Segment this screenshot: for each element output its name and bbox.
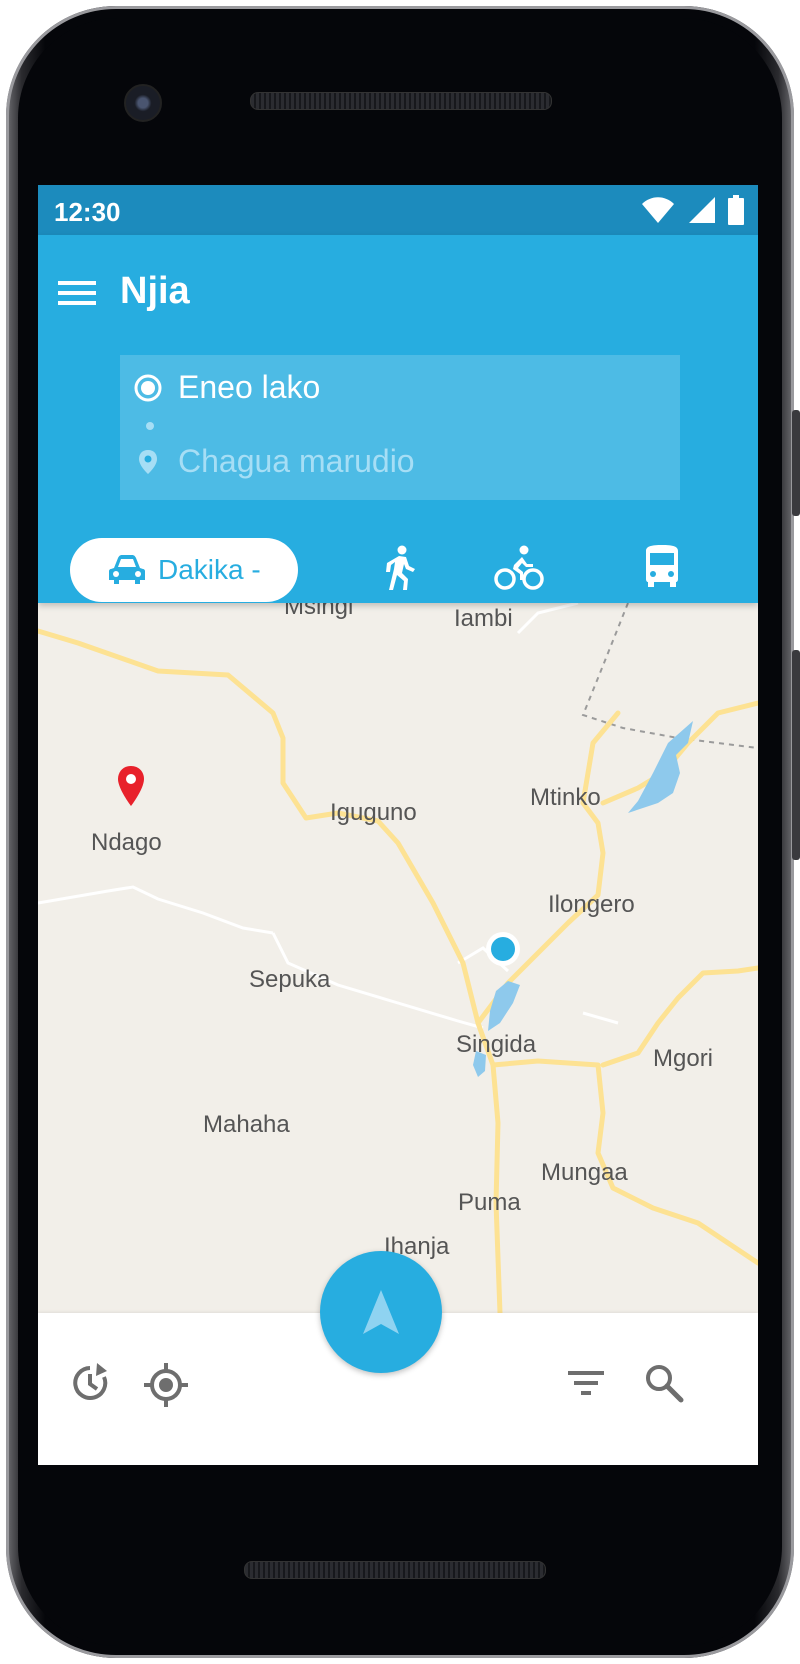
map-place-label: Mgori: [653, 1045, 714, 1072]
current-location-icon: [486, 932, 520, 966]
navigation-icon: [363, 1290, 399, 1334]
mode-car-button[interactable]: Dakika -: [70, 538, 298, 602]
map-place-label: Mahaha: [203, 1111, 290, 1138]
map-place-label: Mungaa: [541, 1159, 628, 1186]
destination-marker-icon[interactable]: [116, 765, 146, 807]
history-icon: [73, 1363, 108, 1400]
map-place-label: Ndago: [91, 829, 162, 856]
top-speaker: [250, 92, 552, 110]
history-button[interactable]: [70, 1363, 110, 1408]
status-time: 12:30: [54, 197, 121, 227]
map-place-label: Sepuka: [249, 966, 331, 993]
route-connector-dot: [146, 422, 154, 430]
origin-radio-icon: [134, 374, 162, 401]
destination-pin-icon: [139, 449, 157, 474]
map-place-label: Iambi: [454, 605, 513, 632]
map-place-label: Puma: [458, 1189, 521, 1216]
mode-bus-button[interactable]: [644, 545, 680, 594]
origin-label: Eneo lako: [178, 369, 321, 405]
hamburger-icon: [58, 281, 96, 305]
filter-button[interactable]: [568, 1369, 604, 1402]
destination-placeholder: Chagua marudio: [178, 443, 415, 479]
status-icons: [640, 195, 744, 225]
battery-icon: [728, 195, 744, 225]
my-location-button[interactable]: [144, 1363, 188, 1412]
bottom-speaker: [244, 1561, 546, 1579]
mode-bike-button[interactable]: [494, 545, 544, 596]
status-bar: 12:30: [38, 185, 758, 235]
map-roads: [38, 603, 758, 1313]
volume-button: [792, 410, 800, 516]
car-duration-label: Dakika -: [158, 554, 261, 585]
walk-icon: [386, 545, 415, 590]
filter-icon: [568, 1371, 604, 1395]
my-location-icon: [144, 1363, 188, 1407]
menu-button[interactable]: [58, 277, 98, 309]
search-button[interactable]: [644, 1363, 684, 1408]
bicycle-icon: [494, 545, 544, 590]
app-bar: Njia Eneo lako Chagua marudio Dakika -: [38, 235, 758, 603]
map-place-label: Iguguno: [330, 799, 417, 826]
bus-icon: [646, 545, 678, 587]
route-input-box: Eneo lako Chagua marudio: [120, 355, 680, 500]
page-title: Njia: [120, 270, 190, 312]
map-place-label: Ilongero: [548, 891, 635, 918]
front-camera: [124, 84, 162, 122]
origin-field[interactable]: Eneo lako: [134, 369, 320, 406]
car-icon: [109, 555, 145, 584]
navigate-fab-button[interactable]: [320, 1251, 442, 1373]
map-place-label: Mtinko: [530, 784, 601, 811]
search-icon: [646, 1365, 684, 1403]
wifi-icon: [642, 197, 674, 223]
screen: 12:30 Njia Eneo lako Chagua marudio Daki…: [38, 185, 758, 1465]
signal-icon: [689, 197, 715, 223]
map-place-label: Singida: [456, 1031, 537, 1058]
power-button: [792, 650, 800, 860]
destination-field[interactable]: Chagua marudio: [134, 443, 415, 480]
map-view[interactable]: Msingi Iambi Iguguno Mtinko Ndago Ilonge…: [38, 593, 758, 1313]
mode-walk-button[interactable]: [382, 545, 418, 596]
